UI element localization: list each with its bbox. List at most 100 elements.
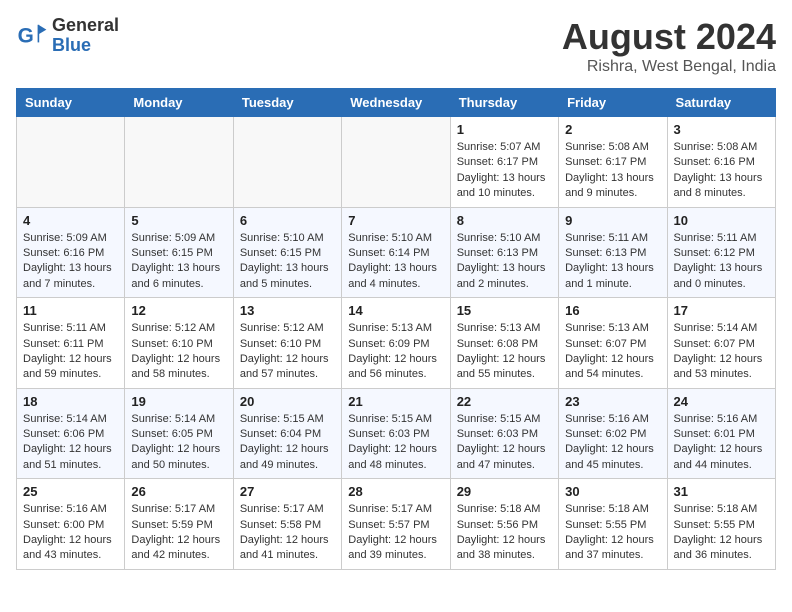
calendar-cell: 23 Sunrise: 5:16 AM Sunset: 6:02 PM Dayli… xyxy=(559,388,667,479)
calendar-cell: 18 Sunrise: 5:14 AM Sunset: 6:06 PM Dayli… xyxy=(17,388,125,479)
day-number: 15 xyxy=(457,303,552,318)
day-info: Sunrise: 5:17 AM Sunset: 5:58 PM Dayligh… xyxy=(240,502,335,564)
calendar-cell: 31 Sunrise: 5:18 AM Sunset: 5:55 PM Dayli… xyxy=(667,479,775,570)
calendar-cell xyxy=(233,117,341,208)
day-number: 13 xyxy=(240,303,335,318)
day-info: Sunrise: 5:13 AM Sunset: 6:09 PM Dayligh… xyxy=(348,321,443,383)
day-info: Sunrise: 5:12 AM Sunset: 6:10 PM Dayligh… xyxy=(131,321,226,383)
calendar-cell: 25Sunrise: 5:16 AM Sunset: 6:00 PM Dayli… xyxy=(17,479,125,570)
page-title: August 2024 xyxy=(562,16,776,58)
day-info: Sunrise: 5:12 AM Sunset: 6:10 PM Dayligh… xyxy=(240,321,335,383)
weekday-header-friday: Friday xyxy=(559,89,667,117)
calendar-cell: 14Sunrise: 5:13 AM Sunset: 6:09 PM Dayli… xyxy=(342,298,450,389)
weekday-header-saturday: Saturday xyxy=(667,89,775,117)
calendar-week-4: 18 Sunrise: 5:14 AM Sunset: 6:06 PM Dayli… xyxy=(17,388,776,479)
day-info: Sunrise: 5:10 AM Sunset: 6:15 PM Dayligh… xyxy=(240,231,335,293)
calendar-cell: 24 Sunrise: 5:16 AM Sunset: 6:01 PM Dayli… xyxy=(667,388,775,479)
day-number: 12 xyxy=(131,303,226,318)
day-number: 27 xyxy=(240,484,335,499)
day-info: Sunrise: 5:16 AM Sunset: 6:00 PM Dayligh… xyxy=(23,502,118,564)
weekday-header-monday: Monday xyxy=(125,89,233,117)
day-info: Sunrise: 5:09 AM Sunset: 6:16 PM Dayligh… xyxy=(23,231,118,293)
day-info: Sunrise: 5:15 AM Sunset: 6:04 PM Dayligh… xyxy=(240,412,335,474)
logo-blue: Blue xyxy=(52,35,91,55)
calendar-cell: 8Sunrise: 5:10 AM Sunset: 6:13 PM Daylig… xyxy=(450,207,558,298)
calendar-week-1: 1Sunrise: 5:07 AM Sunset: 6:17 PM Daylig… xyxy=(17,117,776,208)
calendar-cell: 4 Sunrise: 5:09 AM Sunset: 6:16 PM Daylig… xyxy=(17,207,125,298)
calendar-cell: 19 Sunrise: 5:14 AM Sunset: 6:05 PM Dayli… xyxy=(125,388,233,479)
calendar-cell: 20Sunrise: 5:15 AM Sunset: 6:04 PM Dayli… xyxy=(233,388,341,479)
calendar-cell xyxy=(342,117,450,208)
calendar-table: SundayMondayTuesdayWednesdayThursdayFrid… xyxy=(16,88,776,570)
day-info: Sunrise: 5:18 AM Sunset: 5:56 PM Dayligh… xyxy=(457,502,552,564)
day-number: 7 xyxy=(348,213,443,228)
day-info: Sunrise: 5:10 AM Sunset: 6:14 PM Dayligh… xyxy=(348,231,443,293)
calendar-cell: 10 Sunrise: 5:11 AM Sunset: 6:12 PM Dayli… xyxy=(667,207,775,298)
calendar-cell: 7 Sunrise: 5:10 AM Sunset: 6:14 PM Daylig… xyxy=(342,207,450,298)
day-number: 10 xyxy=(674,213,769,228)
day-number: 26 xyxy=(131,484,226,499)
day-number: 30 xyxy=(565,484,660,499)
day-number: 22 xyxy=(457,394,552,409)
calendar-cell: 9 Sunrise: 5:11 AM Sunset: 6:13 PM Daylig… xyxy=(559,207,667,298)
day-info: Sunrise: 5:17 AM Sunset: 5:59 PM Dayligh… xyxy=(131,502,226,564)
calendar-cell: 15 Sunrise: 5:13 AM Sunset: 6:08 PM Dayli… xyxy=(450,298,558,389)
day-info: Sunrise: 5:14 AM Sunset: 6:07 PM Dayligh… xyxy=(674,321,769,383)
calendar-cell: 30 Sunrise: 5:18 AM Sunset: 5:55 PM Dayli… xyxy=(559,479,667,570)
calendar-header: SundayMondayTuesdayWednesdayThursdayFrid… xyxy=(17,89,776,117)
day-info: Sunrise: 5:08 AM Sunset: 6:17 PM Dayligh… xyxy=(565,140,660,202)
day-info: Sunrise: 5:18 AM Sunset: 5:55 PM Dayligh… xyxy=(565,502,660,564)
calendar-cell xyxy=(17,117,125,208)
calendar-cell: 21 Sunrise: 5:15 AM Sunset: 6:03 PM Dayli… xyxy=(342,388,450,479)
day-info: Sunrise: 5:14 AM Sunset: 6:06 PM Dayligh… xyxy=(23,412,118,474)
page-subtitle: Rishra, West Bengal, India xyxy=(562,58,776,76)
weekday-row: SundayMondayTuesdayWednesdayThursdayFrid… xyxy=(17,89,776,117)
logo-icon: G xyxy=(16,20,48,52)
calendar-cell xyxy=(125,117,233,208)
day-info: Sunrise: 5:16 AM Sunset: 6:01 PM Dayligh… xyxy=(674,412,769,474)
day-info: Sunrise: 5:07 AM Sunset: 6:17 PM Dayligh… xyxy=(457,140,552,202)
calendar-cell: 12 Sunrise: 5:12 AM Sunset: 6:10 PM Dayli… xyxy=(125,298,233,389)
day-number: 24 xyxy=(674,394,769,409)
day-number: 29 xyxy=(457,484,552,499)
calendar-cell: 1Sunrise: 5:07 AM Sunset: 6:17 PM Daylig… xyxy=(450,117,558,208)
weekday-header-sunday: Sunday xyxy=(17,89,125,117)
day-number: 11 xyxy=(23,303,118,318)
calendar-cell: 13 Sunrise: 5:12 AM Sunset: 6:10 PM Dayli… xyxy=(233,298,341,389)
day-info: Sunrise: 5:08 AM Sunset: 6:16 PM Dayligh… xyxy=(674,140,769,202)
day-info: Sunrise: 5:17 AM Sunset: 5:57 PM Dayligh… xyxy=(348,502,443,564)
day-info: Sunrise: 5:10 AM Sunset: 6:13 PM Dayligh… xyxy=(457,231,552,293)
calendar-cell: 27 Sunrise: 5:17 AM Sunset: 5:58 PM Dayli… xyxy=(233,479,341,570)
day-number: 17 xyxy=(674,303,769,318)
day-info: Sunrise: 5:16 AM Sunset: 6:02 PM Dayligh… xyxy=(565,412,660,474)
day-number: 21 xyxy=(348,394,443,409)
day-number: 2 xyxy=(565,122,660,137)
day-number: 5 xyxy=(131,213,226,228)
logo-general: General xyxy=(52,15,119,35)
day-info: Sunrise: 5:15 AM Sunset: 6:03 PM Dayligh… xyxy=(348,412,443,474)
title-block: August 2024 Rishra, West Bengal, India xyxy=(562,16,776,76)
calendar-cell: 16 Sunrise: 5:13 AM Sunset: 6:07 PM Dayli… xyxy=(559,298,667,389)
weekday-header-thursday: Thursday xyxy=(450,89,558,117)
day-number: 4 xyxy=(23,213,118,228)
page-header: G General Blue August 2024 Rishra, West … xyxy=(16,16,776,76)
calendar-cell: 6Sunrise: 5:10 AM Sunset: 6:15 PM Daylig… xyxy=(233,207,341,298)
svg-text:G: G xyxy=(18,24,34,47)
day-info: Sunrise: 5:18 AM Sunset: 5:55 PM Dayligh… xyxy=(674,502,769,564)
day-info: Sunrise: 5:14 AM Sunset: 6:05 PM Dayligh… xyxy=(131,412,226,474)
day-info: Sunrise: 5:11 AM Sunset: 6:12 PM Dayligh… xyxy=(674,231,769,293)
day-info: Sunrise: 5:11 AM Sunset: 6:13 PM Dayligh… xyxy=(565,231,660,293)
day-number: 16 xyxy=(565,303,660,318)
day-info: Sunrise: 5:13 AM Sunset: 6:08 PM Dayligh… xyxy=(457,321,552,383)
day-number: 23 xyxy=(565,394,660,409)
day-number: 31 xyxy=(674,484,769,499)
calendar-cell: 5Sunrise: 5:09 AM Sunset: 6:15 PM Daylig… xyxy=(125,207,233,298)
logo-text: General Blue xyxy=(52,16,119,56)
day-info: Sunrise: 5:13 AM Sunset: 6:07 PM Dayligh… xyxy=(565,321,660,383)
calendar-body: 1Sunrise: 5:07 AM Sunset: 6:17 PM Daylig… xyxy=(17,117,776,570)
day-number: 28 xyxy=(348,484,443,499)
calendar-cell: 29 Sunrise: 5:18 AM Sunset: 5:56 PM Dayli… xyxy=(450,479,558,570)
day-number: 19 xyxy=(131,394,226,409)
day-number: 9 xyxy=(565,213,660,228)
day-number: 18 xyxy=(23,394,118,409)
